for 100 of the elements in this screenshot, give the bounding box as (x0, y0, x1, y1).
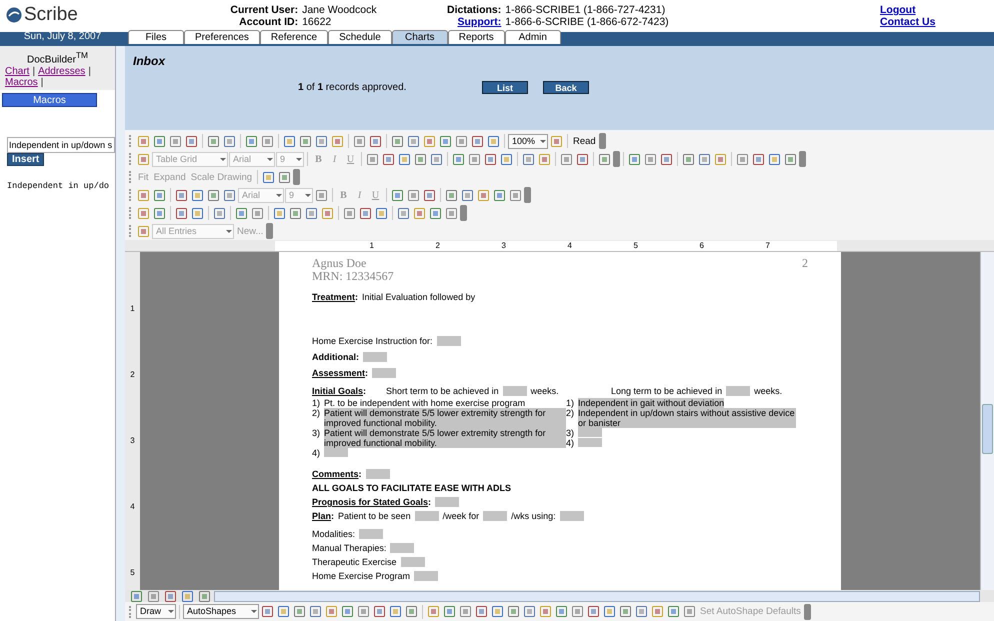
blank-field[interactable] (359, 529, 384, 539)
tool-icon[interactable] (234, 206, 249, 220)
tool-icon[interactable] (314, 134, 329, 148)
tool-icon[interactable] (486, 134, 501, 148)
nav-tab[interactable]: Reports (448, 30, 505, 44)
tool-icon[interactable] (261, 170, 276, 184)
tool-icon[interactable] (490, 604, 505, 619)
blank-field[interactable] (578, 428, 602, 437)
tool-icon[interactable] (554, 604, 569, 619)
blank-field[interactable] (560, 511, 584, 521)
tool-icon[interactable] (458, 604, 473, 619)
tool-icon[interactable] (735, 152, 750, 166)
inbox-button[interactable]: List (482, 81, 528, 94)
dropdown[interactable]: 100% (508, 134, 548, 148)
scroll-thumb[interactable] (982, 404, 993, 454)
tool-icon[interactable] (358, 206, 373, 220)
tool-icon[interactable] (282, 134, 297, 148)
tool-icon[interactable] (136, 206, 151, 220)
toolbar-grip[interactable] (129, 189, 132, 201)
blank-field[interactable] (435, 497, 460, 507)
tool-icon[interactable] (404, 604, 419, 619)
tool-icon[interactable] (168, 134, 183, 148)
blank-field[interactable] (372, 368, 396, 378)
tool-icon[interactable] (260, 134, 275, 148)
toolbar-grip[interactable] (129, 207, 132, 219)
tool-icon[interactable] (522, 604, 537, 619)
support-link[interactable]: Support: (447, 16, 502, 28)
nav-tab[interactable]: Charts (392, 30, 448, 44)
tool-icon[interactable] (136, 224, 151, 238)
blank-field[interactable] (726, 386, 750, 396)
tool-icon[interactable] (222, 134, 237, 148)
scrollbar[interactable] (980, 252, 994, 590)
tool-icon[interactable] (381, 152, 396, 166)
tool-icon[interactable] (184, 134, 199, 148)
tool-icon[interactable] (340, 604, 355, 619)
tool-icon[interactable] (136, 188, 151, 202)
tool-icon[interactable] (356, 604, 371, 619)
tool-icon[interactable] (368, 134, 383, 148)
tool-icon[interactable] (538, 604, 553, 619)
tool-icon[interactable] (197, 588, 212, 604)
nav-tab[interactable]: Schedule (328, 30, 392, 44)
blank-field[interactable] (502, 386, 527, 396)
tool-icon[interactable] (163, 588, 178, 604)
tool-icon[interactable] (713, 152, 728, 166)
macros-button[interactable]: Macros (2, 93, 97, 108)
tool-icon[interactable] (174, 188, 189, 202)
tool-icon[interactable] (314, 188, 329, 202)
tool-icon[interactable] (454, 134, 469, 148)
tool-icon[interactable] (180, 588, 195, 604)
header-link[interactable]: Logout (880, 4, 994, 16)
tool-icon[interactable] (206, 188, 221, 202)
blank-field[interactable] (436, 336, 461, 346)
tool-icon[interactable] (152, 206, 167, 220)
tool-icon[interactable] (276, 604, 291, 619)
toolbar-options-button[interactable] (266, 223, 274, 239)
tool-icon[interactable] (412, 206, 427, 220)
blank-field[interactable] (578, 438, 602, 447)
tool-icon[interactable] (428, 206, 443, 220)
scrollbar[interactable] (115, 46, 125, 621)
nav-tab[interactable]: Files (128, 30, 184, 44)
tool-icon[interactable] (618, 604, 633, 619)
tool-icon[interactable] (559, 152, 574, 166)
tool-icon[interactable] (451, 152, 466, 166)
blank-field[interactable] (483, 511, 508, 521)
tool-icon[interactable] (506, 604, 521, 619)
toolbar-grip[interactable] (129, 225, 132, 237)
tool-icon[interactable] (602, 604, 617, 619)
macro-field[interactable]: Independent in up/down s (7, 137, 115, 154)
tool-icon[interactable] (190, 188, 205, 202)
tool-icon[interactable] (206, 134, 221, 148)
toolbar-grip[interactable] (129, 153, 132, 165)
tool-icon[interactable] (483, 152, 498, 166)
tool-icon[interactable] (244, 134, 259, 148)
tool-icon[interactable] (444, 206, 459, 220)
tool-icon[interactable] (406, 188, 421, 202)
toolbar-options-button[interactable] (613, 151, 620, 167)
tool-icon[interactable] (643, 152, 658, 166)
tool-icon[interactable] (444, 188, 459, 202)
toolbar-grip[interactable] (129, 135, 132, 147)
tool-icon[interactable] (272, 206, 287, 220)
tool-icon[interactable] (682, 604, 697, 619)
tool-icon[interactable] (406, 134, 421, 148)
nav-tab[interactable]: Admin (504, 30, 561, 44)
tool-icon[interactable] (304, 206, 319, 220)
tool-icon[interactable] (470, 134, 485, 148)
tool-icon[interactable] (190, 206, 205, 220)
sidebar-link[interactable]: Chart (5, 66, 30, 78)
horizontal-scrollbar[interactable] (214, 590, 980, 602)
tool-icon[interactable] (129, 588, 144, 604)
tool-icon[interactable] (492, 188, 507, 202)
tool-icon[interactable] (397, 152, 412, 166)
tool-icon[interactable] (136, 152, 151, 166)
tool-icon[interactable] (634, 604, 649, 619)
blank-field[interactable] (363, 352, 387, 362)
tool-icon[interactable] (174, 206, 189, 220)
tool-icon[interactable] (426, 604, 441, 619)
tool-icon[interactable] (288, 206, 303, 220)
blank-field[interactable] (324, 448, 348, 457)
tool-icon[interactable] (277, 170, 292, 184)
tool-icon[interactable] (390, 188, 405, 202)
